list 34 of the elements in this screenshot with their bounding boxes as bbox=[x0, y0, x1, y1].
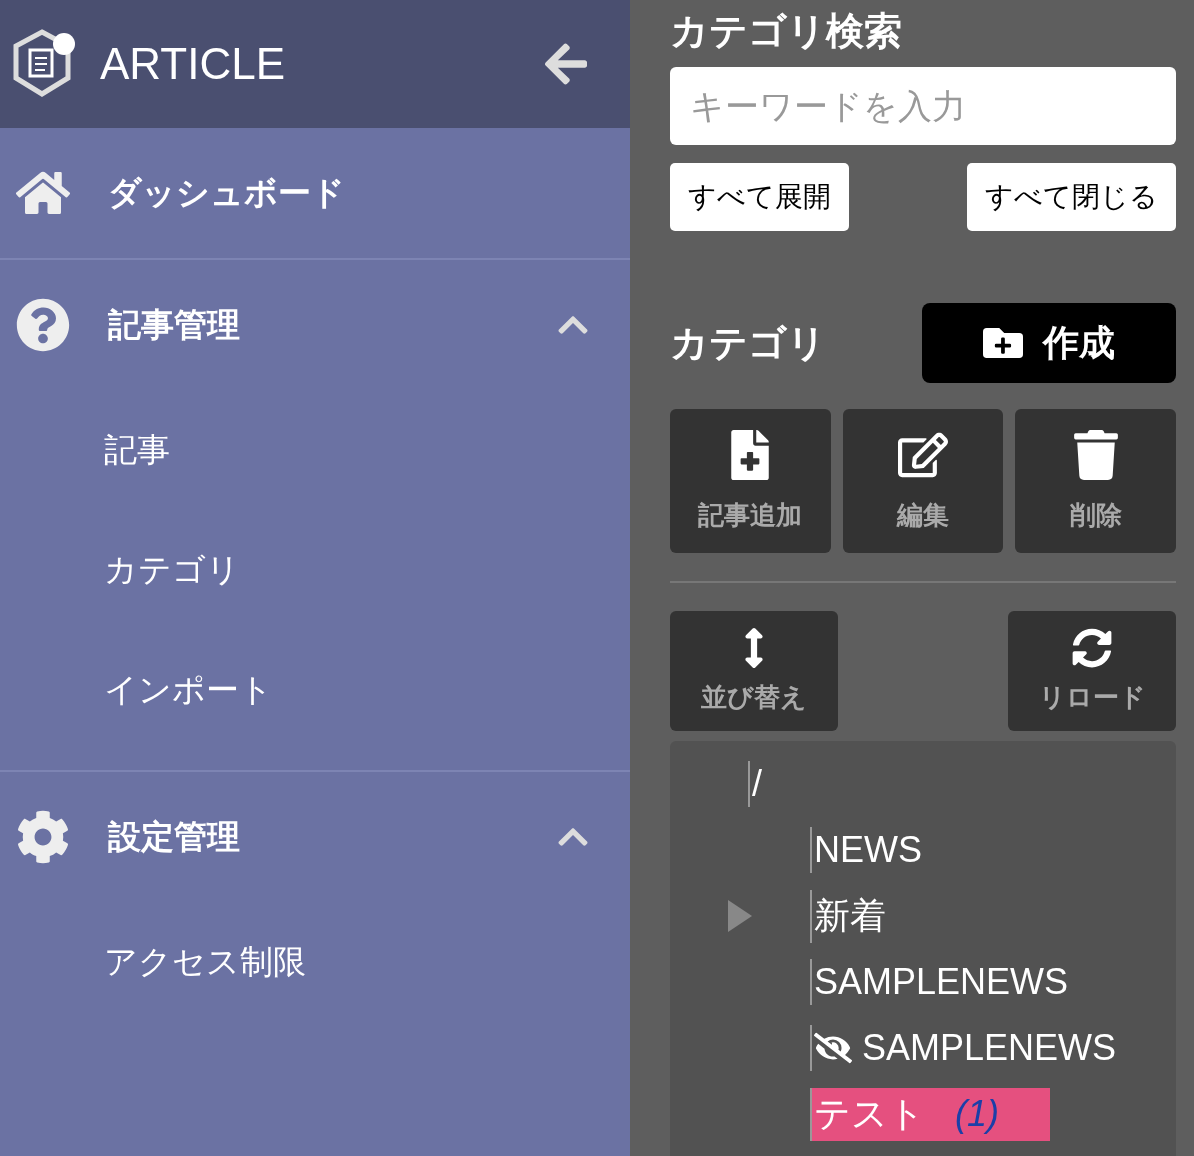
help-icon bbox=[16, 298, 70, 352]
nav-label: 記事管理 bbox=[108, 303, 241, 346]
nav-subitem[interactable]: 記事 bbox=[104, 427, 170, 473]
nav-subitem[interactable]: カテゴリ bbox=[104, 547, 240, 593]
collapse-all-button[interactable]: すべて閉じる bbox=[967, 163, 1176, 231]
sort-button[interactable]: 並び替え bbox=[670, 611, 838, 731]
action-button[interactable]: 編集 bbox=[842, 409, 1004, 553]
nav-subitem[interactable]: アクセス制限 bbox=[104, 939, 306, 985]
reload-button[interactable]: リロード bbox=[1008, 611, 1176, 731]
search-field[interactable]: キーワードを入力 bbox=[670, 67, 1176, 145]
count-label: (1) bbox=[955, 1093, 999, 1135]
expand-all-button[interactable]: すべて展開 bbox=[670, 163, 849, 231]
tree-node[interactable]: / bbox=[748, 761, 766, 807]
settings-icon bbox=[16, 810, 70, 864]
nav-item[interactable]: 設定管理 bbox=[0, 772, 630, 902]
nav-label: ダッシュボード bbox=[108, 171, 346, 214]
nav-subitem[interactable]: インポート bbox=[104, 667, 273, 713]
tree-node[interactable]: SAMPLENEWS bbox=[810, 1025, 1121, 1071]
expand-icon[interactable] bbox=[726, 898, 754, 934]
section-title: カテゴリ検索 bbox=[670, 8, 903, 55]
tree-node[interactable]: 新着 bbox=[810, 889, 890, 943]
nav-item[interactable]: 記事管理 bbox=[0, 260, 630, 390]
tree-node[interactable]: テスト (1) bbox=[810, 1087, 1050, 1141]
section-title: カテゴリ bbox=[670, 319, 826, 367]
reload-icon bbox=[1072, 627, 1112, 668]
brand-title: ARTICLE bbox=[100, 39, 287, 89]
create-button[interactable]: 作成 bbox=[922, 303, 1176, 383]
nav-item[interactable]: ダッシュボード bbox=[0, 128, 630, 258]
action-button[interactable]: 削除 bbox=[1015, 409, 1176, 553]
tree-node[interactable]: SAMPLENEWS bbox=[810, 959, 1073, 1005]
logo-icon bbox=[12, 28, 78, 100]
action-button[interactable]: 記事追加 bbox=[670, 409, 831, 553]
nav-label: 設定管理 bbox=[108, 815, 241, 858]
tree-node[interactable]: NEWS bbox=[810, 827, 926, 873]
